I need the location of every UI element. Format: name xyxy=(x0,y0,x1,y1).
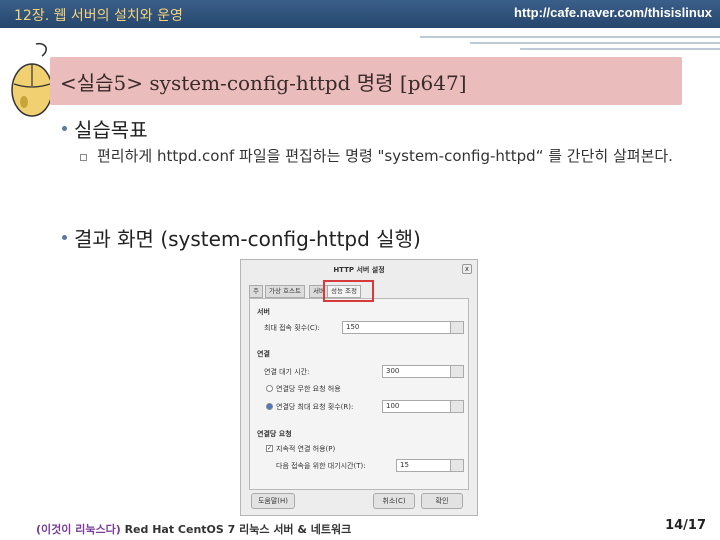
timeout-input[interactable]: 300 xyxy=(382,365,451,378)
max-requests-stepper[interactable] xyxy=(450,400,464,413)
keepalive-timeout-label: 다음 접속을 위한 대기시간(T): xyxy=(276,462,366,470)
max-requests-label: 연결당 최대 요청 횟수(R): xyxy=(276,403,354,411)
bullet-goal: 실습목표 xyxy=(74,118,148,142)
slide-title-bar: <실습5> system-config-httpd 명령 [p647] xyxy=(50,57,682,105)
goal-description: 편리하게 httpd.conf 파일을 편집하는 명령 "system-conf… xyxy=(97,147,673,165)
max-connections-input[interactable]: 150 xyxy=(342,321,451,334)
timeout-label: 연결 대기 시간: xyxy=(264,368,310,376)
footer-text: (이것이 리눅스다) Red Hat CentOS 7 리눅스 서버 & 네트워… xyxy=(36,521,351,537)
connection-section-label: 연결 xyxy=(257,350,270,358)
max-requests-radio[interactable] xyxy=(266,403,273,410)
keepalive-timeout-input[interactable]: 15 xyxy=(396,459,451,472)
unlimited-requests-label: 연결당 무한 요청 허용 xyxy=(276,385,341,393)
decor-stripe xyxy=(470,42,720,44)
request-section-label: 연결당 요청 xyxy=(257,430,292,438)
dialog-title: HTTP 서버 설정 xyxy=(333,266,385,274)
bullet-dot xyxy=(62,126,67,131)
decor-stripe xyxy=(520,48,720,50)
keepalive-checkbox[interactable]: ✓ xyxy=(266,445,273,452)
bullet-result: 결과 화면 (system-config-httpd 실행) xyxy=(74,227,421,251)
keepalive-timeout-stepper[interactable] xyxy=(450,459,464,472)
tab-main[interactable]: 주 xyxy=(249,285,263,298)
ok-button[interactable]: 확인 xyxy=(421,493,463,509)
server-section-label: 서버 xyxy=(257,308,270,316)
footer-book-title: (이것이 리눅스다) xyxy=(36,523,121,536)
help-button[interactable]: 도움말(H) xyxy=(251,493,295,509)
cancel-button[interactable]: 취소(C) xyxy=(373,493,415,509)
max-connections-stepper[interactable] xyxy=(450,321,464,334)
sub-bullet-marker xyxy=(80,154,87,161)
slide-title: <실습5> system-config-httpd 명령 [p647] xyxy=(60,71,467,95)
header-bar: 12장. 웹 서버의 설치와 운영 http://cafe.naver.com/… xyxy=(0,0,720,28)
chapter-title: 12장. 웹 서버의 설치와 운영 xyxy=(14,8,183,24)
max-requests-input[interactable]: 100 xyxy=(382,400,451,413)
cafe-url[interactable]: http://cafe.naver.com/thisislinux xyxy=(514,5,712,20)
timeout-stepper[interactable] xyxy=(450,365,464,378)
page-number: 14/17 xyxy=(665,518,706,533)
close-icon[interactable]: x xyxy=(462,264,472,274)
bullet-dot xyxy=(62,235,67,240)
unlimited-requests-radio[interactable] xyxy=(266,385,273,392)
tab-virtual-hosts[interactable]: 가상 호스트 xyxy=(265,285,305,298)
keepalive-label: 지속적 연결 허용(P) xyxy=(276,445,336,453)
decor-stripe xyxy=(420,36,720,38)
footer-subtitle: Red Hat CentOS 7 리눅스 서버 & 네트워크 xyxy=(120,523,352,536)
max-connections-label: 최대 접속 횟수(C): xyxy=(264,324,320,332)
tab-highlight-box xyxy=(323,280,374,302)
performance-pane: 서버 최대 접속 횟수(C): 150 연결 연결 대기 시간: 300 연결당… xyxy=(249,298,469,490)
